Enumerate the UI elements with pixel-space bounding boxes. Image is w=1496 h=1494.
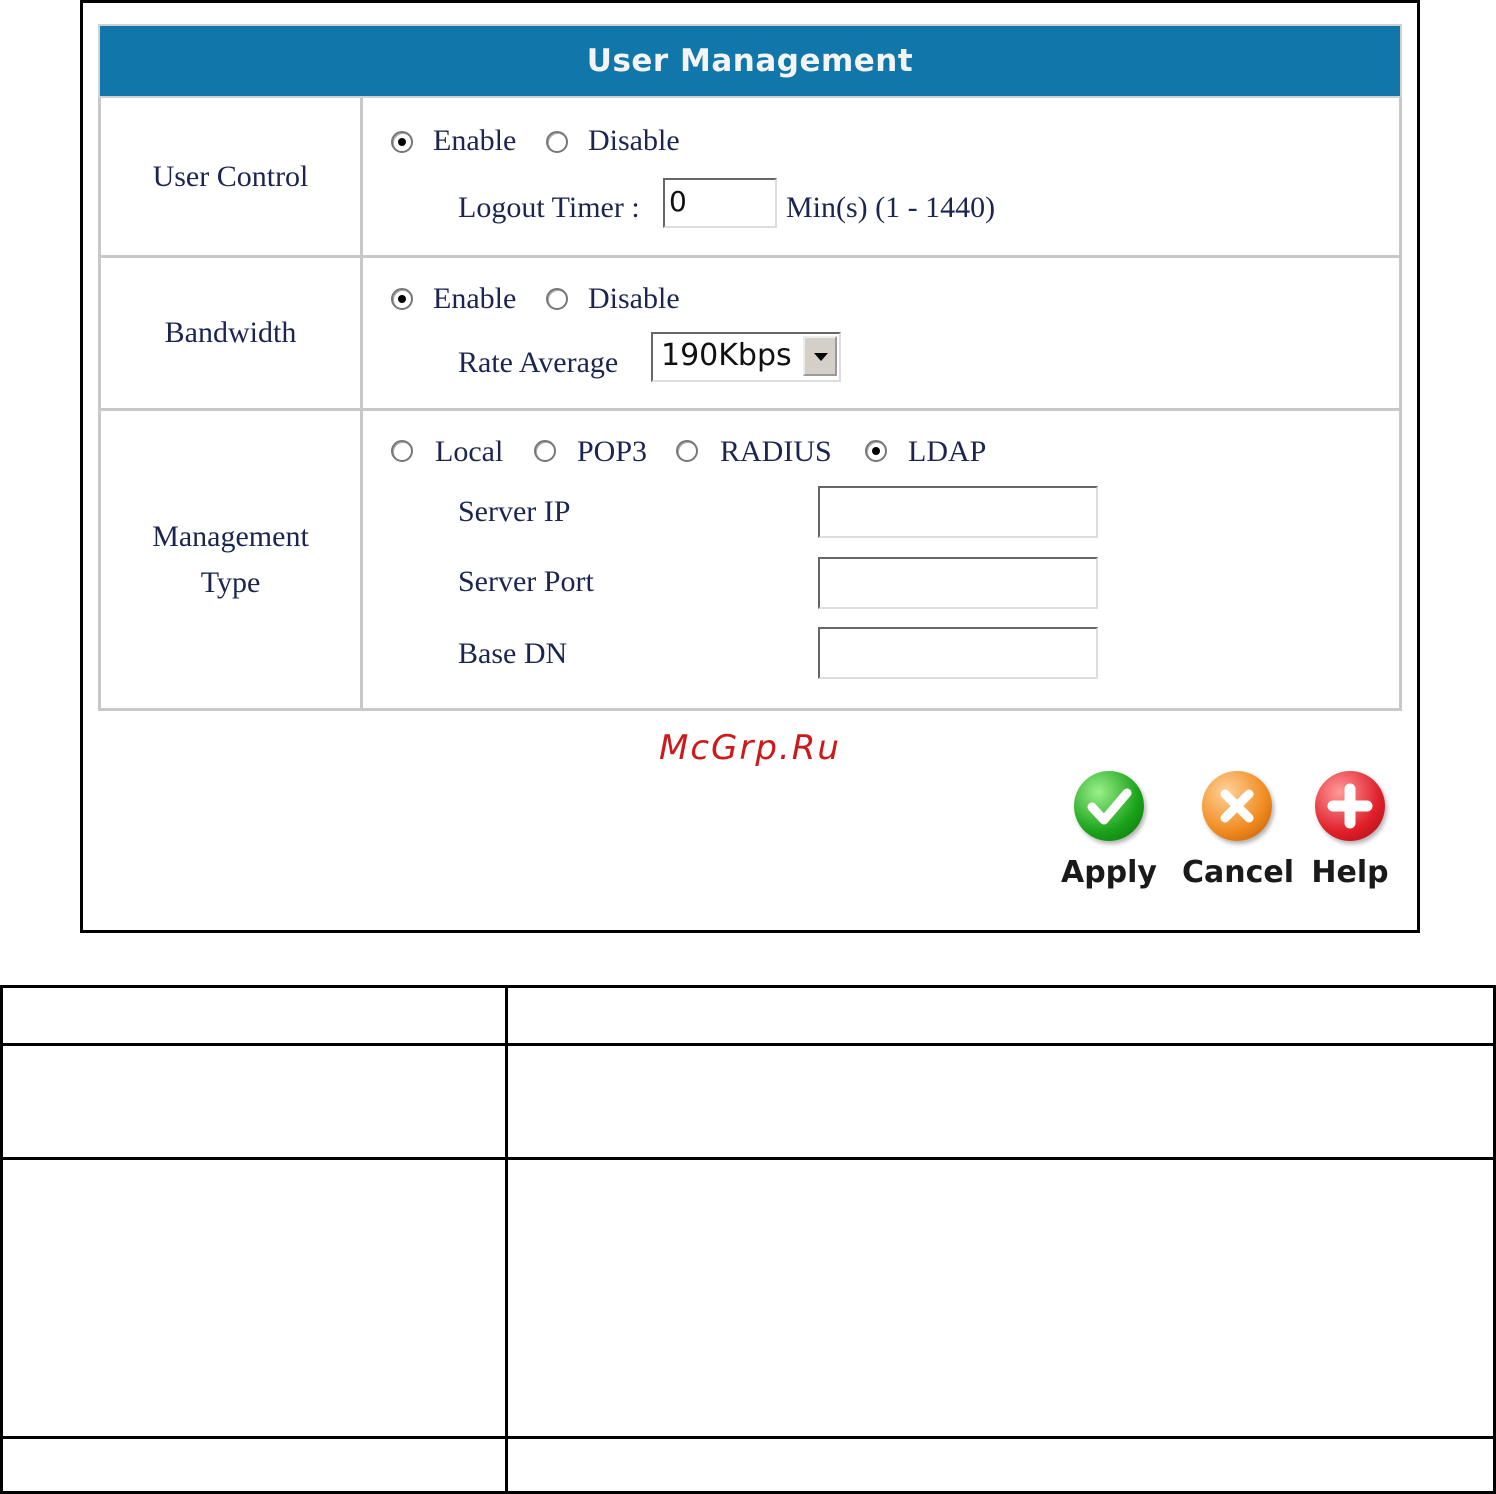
x-icon xyxy=(1202,771,1272,841)
server-ip-label: Server IP xyxy=(458,495,571,528)
chevron-down-icon[interactable] xyxy=(803,336,837,376)
row-bandwidth: Bandwidth Enable Disable Rate Average 19… xyxy=(101,255,1399,408)
user-control-disable-radio[interactable] xyxy=(546,131,568,153)
table-cell xyxy=(0,1436,508,1494)
local-label: Local xyxy=(435,435,504,468)
pop3-label: POP3 xyxy=(577,435,648,468)
rate-average-value: 190Kbps xyxy=(661,338,792,373)
apply-label: Apply xyxy=(1060,855,1157,890)
bandwidth-label: Bandwidth xyxy=(101,258,363,408)
base-dn-input[interactable] xyxy=(818,627,1098,679)
server-ip-input[interactable] xyxy=(818,486,1098,538)
row-management-type: Management Type Local POP3 RADIUS LDAP S… xyxy=(101,408,1399,708)
table-row xyxy=(0,1043,1496,1160)
plus-icon xyxy=(1315,771,1385,841)
watermark: McGrp.Ru xyxy=(659,728,841,768)
table-cell xyxy=(0,1157,508,1439)
radius-label: RADIUS xyxy=(720,435,832,468)
ldap-label: LDAP xyxy=(908,435,987,468)
management-type-content: Local POP3 RADIUS LDAP Server IP Server … xyxy=(363,411,1399,708)
apply-button[interactable]: Apply xyxy=(1054,771,1164,890)
server-port-input[interactable] xyxy=(818,557,1098,609)
management-type-label-line2: Type xyxy=(200,565,261,599)
base-dn-label: Base DN xyxy=(458,637,568,670)
description-table xyxy=(0,985,1496,1494)
help-button[interactable]: Help xyxy=(1295,771,1405,890)
bandwidth-disable-label: Disable xyxy=(588,282,680,315)
user-management-screenshot: User Management User Control Enable Disa… xyxy=(80,0,1420,933)
table-row xyxy=(0,985,1496,1046)
cancel-button[interactable]: Cancel xyxy=(1182,771,1295,890)
local-radio[interactable] xyxy=(391,440,413,462)
logout-timer-unit: Min(s) (1 - 1440) xyxy=(786,191,996,224)
row-user-control: User Control Enable Disable Logout Timer… xyxy=(101,98,1399,255)
rate-average-select[interactable]: 190Kbps xyxy=(651,332,841,382)
bandwidth-enable-label: Enable xyxy=(433,282,517,315)
table-cell xyxy=(505,1157,1496,1439)
panel-title: User Management xyxy=(98,24,1402,98)
rate-average-label: Rate Average xyxy=(458,346,619,379)
settings-table: User Control Enable Disable Logout Timer… xyxy=(98,98,1402,711)
server-port-label: Server Port xyxy=(458,565,594,598)
help-label: Help xyxy=(1311,855,1389,890)
table-cell xyxy=(0,1043,508,1160)
bandwidth-disable-radio[interactable] xyxy=(546,288,568,310)
user-control-label: User Control xyxy=(101,98,363,255)
user-control-enable-radio[interactable] xyxy=(391,131,413,153)
table-row xyxy=(0,1436,1496,1494)
management-type-label: Management Type xyxy=(101,411,363,708)
bandwidth-content: Enable Disable Rate Average 190Kbps xyxy=(363,258,1399,408)
pop3-radio[interactable] xyxy=(534,440,556,462)
user-control-enable-label: Enable xyxy=(433,124,517,157)
table-row xyxy=(0,1157,1496,1439)
logout-timer-label: Logout Timer : xyxy=(458,191,640,224)
table-cell xyxy=(505,1436,1496,1494)
user-control-content: Enable Disable Logout Timer : 0 Min(s) (… xyxy=(363,98,1399,255)
table-cell xyxy=(0,985,508,1046)
table-cell xyxy=(505,1043,1496,1160)
bandwidth-enable-radio[interactable] xyxy=(391,288,413,310)
cancel-label: Cancel xyxy=(1182,855,1295,890)
user-control-disable-label: Disable xyxy=(588,124,680,157)
logout-timer-input[interactable]: 0 xyxy=(663,178,777,228)
ldap-radio[interactable] xyxy=(865,440,887,462)
management-type-label-line1: Management xyxy=(152,519,309,553)
radius-radio[interactable] xyxy=(676,440,698,462)
checkmark-icon xyxy=(1074,771,1144,841)
table-cell xyxy=(505,985,1496,1046)
